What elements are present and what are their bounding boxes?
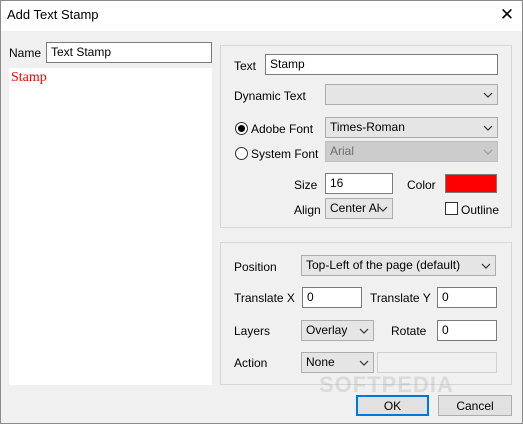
name-label: Name (9, 46, 42, 60)
color-label: Color (407, 178, 436, 192)
translate-y-label: Translate Y (370, 291, 431, 305)
cancel-button[interactable]: Cancel (438, 395, 512, 416)
chevron-down-icon (481, 262, 491, 270)
dynamic-text-label: Dynamic Text (234, 89, 306, 103)
chevron-down-icon (359, 359, 369, 367)
adobe-font-dropdown[interactable]: Times-Roman (325, 117, 498, 138)
text-label: Text (234, 59, 257, 73)
chevron-down-icon (483, 124, 493, 132)
preview-stamp-text: Stamp (11, 70, 47, 85)
stamp-preview: Stamp (9, 68, 212, 385)
translate-x-label: Translate X (234, 291, 295, 305)
translate-x-input[interactable]: 0 (302, 287, 362, 308)
layers-value: Overlay (306, 323, 348, 337)
rotate-label: Rotate (391, 324, 427, 338)
title-bar: Add Text Stamp ✕ (1, 1, 522, 31)
system-font-dropdown[interactable]: Arial (325, 141, 498, 162)
translate-y-input[interactable]: 0 (437, 287, 497, 308)
action-dropdown[interactable]: None (301, 352, 374, 373)
system-font-radio[interactable] (235, 147, 248, 160)
color-swatch[interactable] (445, 174, 497, 193)
system-font-label: System Font (251, 147, 319, 161)
dialog-title: Add Text Stamp (7, 7, 99, 22)
rotate-input[interactable]: 0 (437, 320, 497, 341)
system-font-value: Arial (330, 144, 355, 158)
adobe-font-label: Adobe Font (251, 122, 314, 136)
layers-label: Layers (234, 324, 271, 338)
action-label: Action (234, 356, 268, 370)
close-icon[interactable]: ✕ (492, 1, 522, 29)
align-label: Align (294, 203, 321, 217)
name-input[interactable]: Text Stamp (46, 42, 212, 63)
action-parameter-input[interactable] (377, 352, 497, 373)
outline-checkbox[interactable] (445, 202, 458, 215)
position-label: Position (234, 260, 277, 274)
align-value: Center Al (330, 201, 380, 215)
chevron-down-icon (378, 205, 388, 213)
position-dropdown[interactable]: Top-Left of the page (default) (301, 255, 496, 276)
layers-dropdown[interactable]: Overlay (301, 320, 374, 341)
add-text-stamp-dialog: Add Text Stamp ✕ Name Text Stamp Stamp T… (0, 0, 523, 424)
adobe-font-radio[interactable] (235, 122, 248, 135)
action-value: None (306, 355, 335, 369)
adobe-font-value: Times-Roman (330, 120, 405, 134)
outline-label: Outline (461, 203, 500, 217)
text-input[interactable]: Stamp (265, 54, 498, 75)
position-value: Top-Left of the page (default) (306, 258, 461, 272)
chevron-down-icon (483, 148, 493, 156)
align-dropdown[interactable]: Center Al (325, 198, 393, 219)
size-label: Size (294, 178, 318, 192)
ok-button[interactable]: OK (356, 395, 429, 416)
chevron-down-icon (483, 91, 493, 99)
dynamic-text-dropdown[interactable] (325, 84, 498, 105)
chevron-down-icon (359, 327, 369, 335)
size-input[interactable]: 16 (325, 173, 393, 194)
